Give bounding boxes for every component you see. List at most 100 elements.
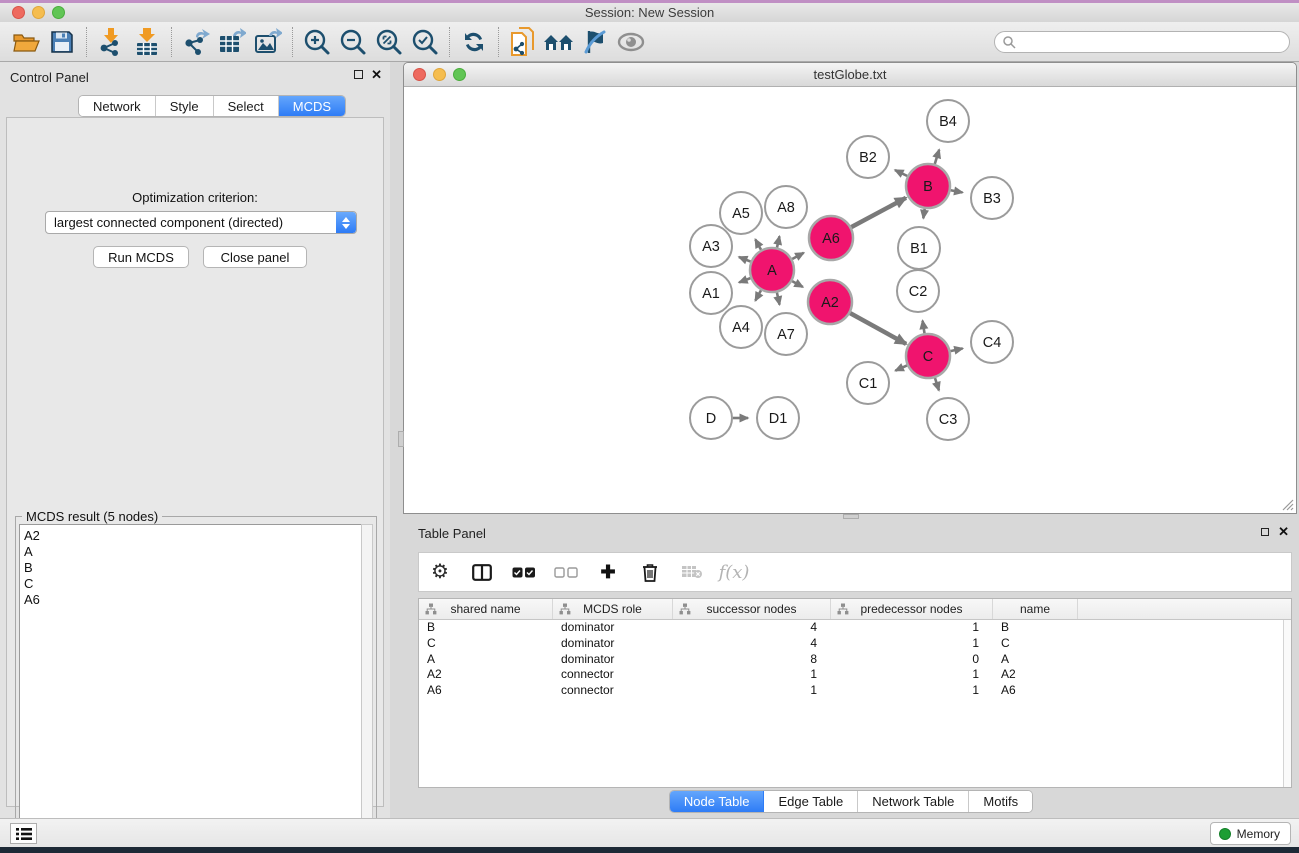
result-list-item[interactable]: A6 xyxy=(24,592,362,608)
refresh-button[interactable] xyxy=(456,25,492,59)
export-image-button[interactable] xyxy=(250,25,286,59)
graph-node-A[interactable]: A xyxy=(750,248,794,292)
graph-node-B4[interactable]: B4 xyxy=(927,100,969,142)
memory-button[interactable]: Memory xyxy=(1210,822,1291,845)
home-button[interactable] xyxy=(541,25,577,59)
graph-node-D1[interactable]: D1 xyxy=(757,397,799,439)
float-table-panel-icon[interactable] xyxy=(1261,528,1269,536)
add-column-button[interactable]: ✚ xyxy=(587,563,629,581)
network-window-titlebar[interactable]: testGlobe.txt xyxy=(404,63,1296,87)
tab-style[interactable]: Style xyxy=(156,96,214,116)
import-network-button[interactable] xyxy=(93,25,129,59)
open-file-button[interactable] xyxy=(8,25,44,59)
table-cell[interactable]: B xyxy=(993,620,1078,636)
column-view-button[interactable] xyxy=(461,564,503,581)
search-field[interactable] xyxy=(994,31,1290,53)
graph-node-C[interactable]: C xyxy=(906,334,950,378)
tab-network[interactable]: Network xyxy=(79,96,156,116)
result-list-item[interactable]: A2 xyxy=(24,528,362,544)
graph-edge-A-A6[interactable] xyxy=(792,253,804,259)
table-cell[interactable]: C xyxy=(419,636,553,652)
tab-mcds[interactable]: MCDS xyxy=(279,96,345,116)
graph-edge-C-C2[interactable] xyxy=(923,321,925,334)
table-row[interactable]: Adominator80A xyxy=(419,652,1291,668)
graph-node-A6[interactable]: A6 xyxy=(809,216,853,260)
save-session-button[interactable] xyxy=(44,25,80,59)
table-cell[interactable]: 1 xyxy=(831,620,993,636)
graph-edge-C-C3[interactable] xyxy=(935,378,939,390)
deselect-all-button[interactable] xyxy=(545,567,587,578)
app-titlebar[interactable]: Session: New Session xyxy=(0,3,1299,22)
graph-node-A2[interactable]: A2 xyxy=(808,280,852,324)
table-cell[interactable]: 0 xyxy=(831,652,993,668)
graph-edge-A2-C[interactable] xyxy=(850,313,906,344)
table-cell[interactable]: dominator xyxy=(553,636,673,652)
table-cell[interactable]: A6 xyxy=(419,683,553,699)
table-cell[interactable]: 1 xyxy=(831,636,993,652)
graph-node-A3[interactable]: A3 xyxy=(690,225,732,267)
graph-edge-B-B4[interactable] xyxy=(935,150,939,164)
table-cell[interactable]: 1 xyxy=(673,667,831,683)
tab-network-table[interactable]: Network Table xyxy=(858,791,969,812)
graph-node-C3[interactable]: C3 xyxy=(927,398,969,440)
graph-node-A7[interactable]: A7 xyxy=(765,313,807,355)
graph-edge-B-B1[interactable] xyxy=(923,209,924,219)
table-cell[interactable]: 4 xyxy=(673,620,831,636)
tab-edge-table[interactable]: Edge Table xyxy=(764,791,858,812)
import-table-button[interactable] xyxy=(129,25,165,59)
split-divider-handle[interactable] xyxy=(398,431,404,447)
table-cell[interactable]: 8 xyxy=(673,652,831,668)
graph-node-C4[interactable]: C4 xyxy=(971,321,1013,363)
graph-node-A4[interactable]: A4 xyxy=(720,306,762,348)
graph-edge-A-A3[interactable] xyxy=(739,257,751,262)
graph-edge-B-B2[interactable] xyxy=(895,170,907,176)
network-zoom-button[interactable] xyxy=(453,68,466,81)
close-table-panel-icon[interactable]: ✕ xyxy=(1278,526,1289,537)
zoom-in-button[interactable] xyxy=(299,25,335,59)
graph-edge-A-A4[interactable] xyxy=(755,290,761,300)
table-cell[interactable]: connector xyxy=(553,667,673,683)
criterion-dropdown[interactable]: largest connected component (directed) xyxy=(45,211,357,234)
graph-edge-A-A1[interactable] xyxy=(739,278,750,282)
column-header-name[interactable]: name xyxy=(993,599,1078,619)
hide-graphics-details-button[interactable] xyxy=(577,25,613,59)
column-header-shared-name[interactable]: shared name xyxy=(419,599,553,619)
table-cell[interactable]: C xyxy=(993,636,1078,652)
table-cell[interactable]: B xyxy=(419,620,553,636)
graph-node-C1[interactable]: C1 xyxy=(847,362,889,404)
close-window-button[interactable] xyxy=(12,6,25,19)
table-row[interactable]: Cdominator41C xyxy=(419,636,1291,652)
delete-button[interactable] xyxy=(629,563,671,582)
run-mcds-button[interactable]: Run MCDS xyxy=(93,246,189,268)
network-close-button[interactable] xyxy=(413,68,426,81)
graph-node-C2[interactable]: C2 xyxy=(897,270,939,312)
column-header-MCDS-role[interactable]: MCDS role xyxy=(553,599,673,619)
graph-node-A5[interactable]: A5 xyxy=(720,192,762,234)
column-header-predecessor-nodes[interactable]: predecessor nodes xyxy=(831,599,993,619)
graph-edge-A-A8[interactable] xyxy=(777,236,780,247)
result-list-scrollbar[interactable] xyxy=(361,524,373,849)
table-cell[interactable]: A xyxy=(419,652,553,668)
graph-node-A1[interactable]: A1 xyxy=(690,272,732,314)
export-table-button[interactable] xyxy=(214,25,250,59)
close-panel-icon[interactable]: ✕ xyxy=(371,69,382,80)
column-header-successor-nodes[interactable]: successor nodes xyxy=(673,599,831,619)
close-panel-button[interactable]: Close panel xyxy=(203,246,307,268)
table-cell[interactable]: connector xyxy=(553,683,673,699)
new-network-from-selection-button[interactable] xyxy=(505,25,541,59)
minimize-window-button[interactable] xyxy=(32,6,45,19)
network-canvas[interactable]: B4B2BB3A5A8A6A3B1AA1C2A2A4A7C4CC1C3DD1 xyxy=(404,87,1296,513)
table-settings-button[interactable]: ⚙ xyxy=(419,562,461,582)
result-list-item[interactable]: C xyxy=(24,576,362,592)
graph-node-B[interactable]: B xyxy=(906,164,950,208)
tab-node-table[interactable]: Node Table xyxy=(670,791,765,812)
graph-node-B3[interactable]: B3 xyxy=(971,177,1013,219)
split-divider-handle[interactable] xyxy=(843,514,859,519)
graph-edge-C-C4[interactable] xyxy=(950,348,962,351)
graph-edge-C-C1[interactable] xyxy=(895,365,907,370)
zoom-selected-button[interactable] xyxy=(407,25,443,59)
graph-node-D[interactable]: D xyxy=(690,397,732,439)
delete-table-button[interactable] xyxy=(671,565,713,579)
table-cell[interactable]: A2 xyxy=(419,667,553,683)
mcds-result-list[interactable]: A2ABCA6 xyxy=(19,524,363,849)
